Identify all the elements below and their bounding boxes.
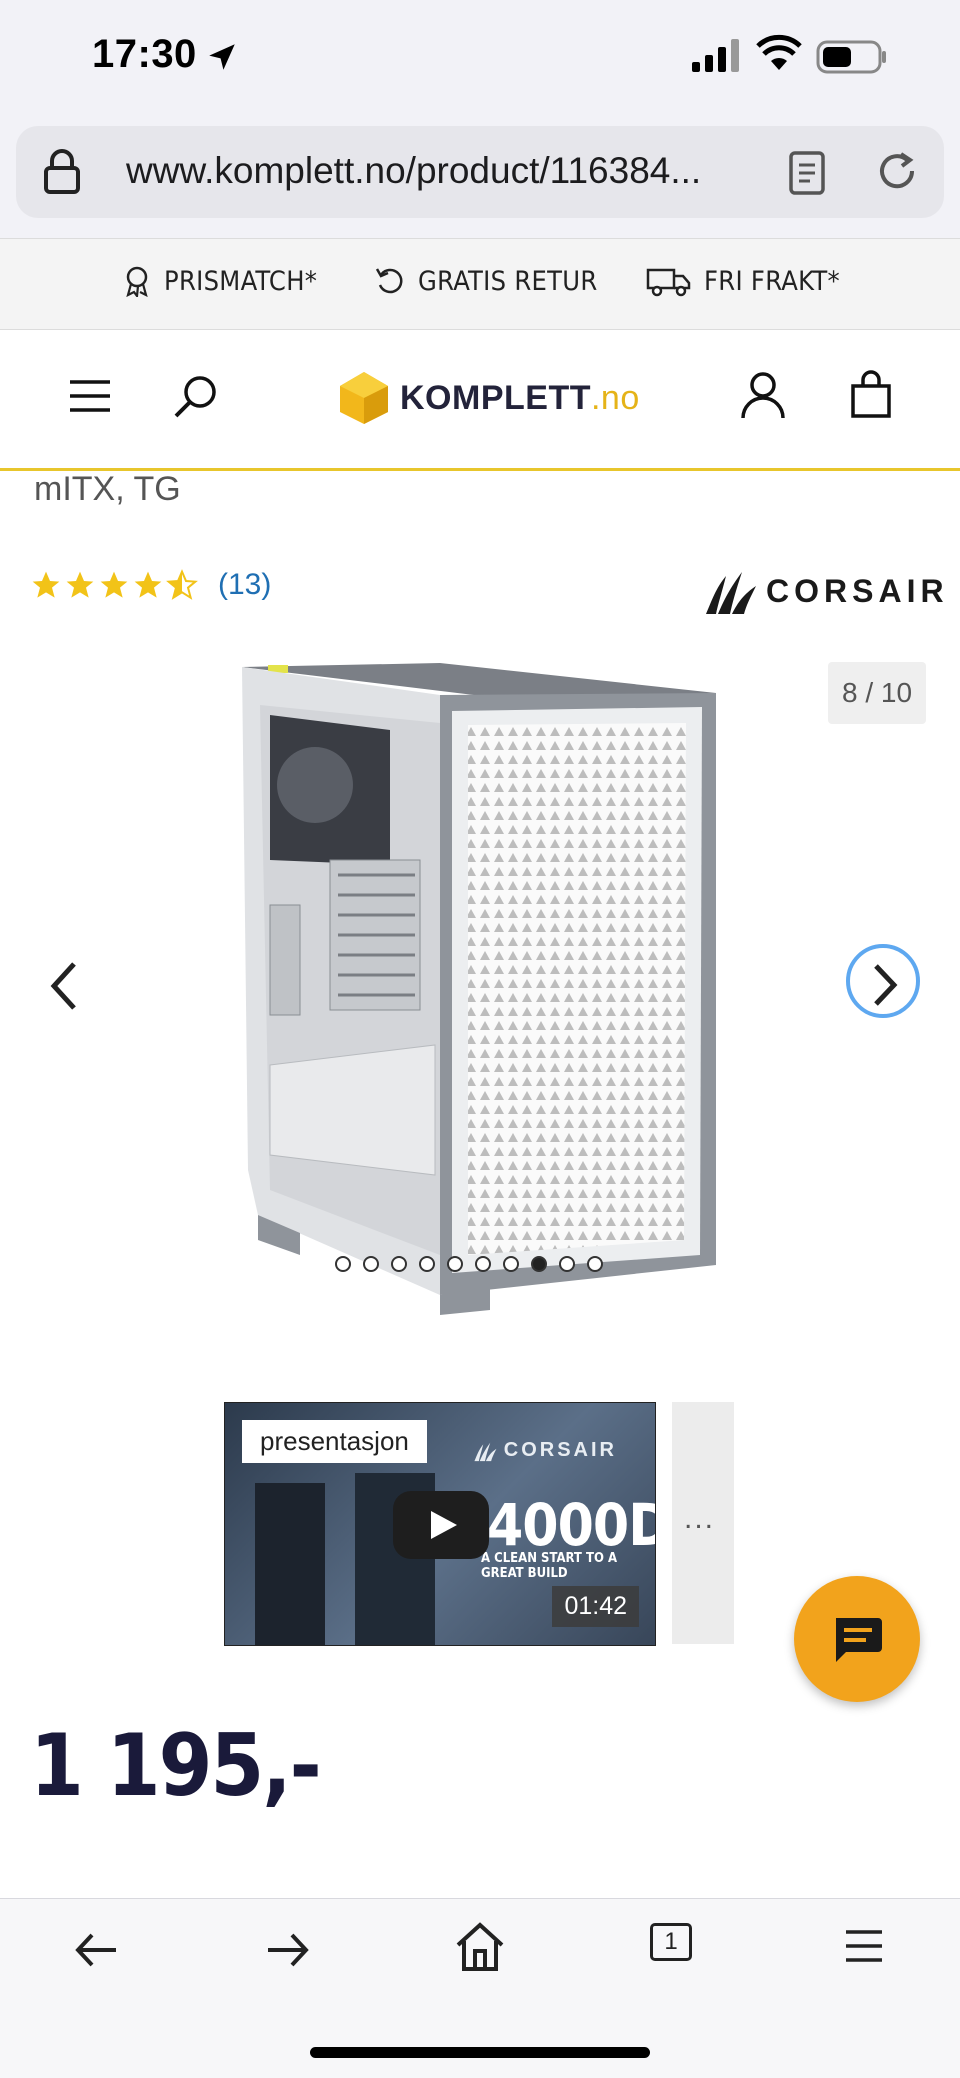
- truck-icon: [646, 268, 691, 297]
- usp-fri-frakt[interactable]: FRI FRAKT*: [646, 265, 840, 297]
- forward-icon[interactable]: [264, 1927, 310, 1973]
- half-star-icon: [166, 569, 198, 600]
- wifi-icon: [756, 34, 802, 70]
- url-text[interactable]: www.komplett.no/product/116384...: [126, 150, 701, 192]
- star-icon: [66, 571, 94, 598]
- star-icon: [134, 571, 162, 598]
- product-image[interactable]: [240, 655, 720, 1315]
- play-icon[interactable]: [393, 1491, 489, 1559]
- carousel-dot[interactable]: [559, 1256, 575, 1272]
- video-case-graphic: [255, 1483, 325, 1645]
- video-label: presentasjon: [242, 1420, 427, 1463]
- carousel-dot[interactable]: [335, 1256, 351, 1272]
- carousel-dot[interactable]: [587, 1256, 603, 1272]
- site-logo[interactable]: KOMPLETT.no: [338, 370, 640, 426]
- chat-icon: [836, 1618, 882, 1662]
- account-icon[interactable]: [740, 370, 786, 420]
- star-rating: [30, 569, 198, 601]
- award-icon: [126, 266, 148, 297]
- logo-text: KOMPLETT.no: [400, 378, 640, 417]
- site-header: KOMPLETT.no: [0, 330, 960, 471]
- browser-toolbar: 1: [0, 1898, 960, 2078]
- carousel-dot[interactable]: [503, 1256, 519, 1272]
- menu-icon[interactable]: [844, 1929, 884, 1963]
- address-bar[interactable]: www.komplett.no/product/116384...: [16, 126, 944, 218]
- tab-count: 1: [664, 1928, 678, 1955]
- usp-bar: PRISMATCH* GRATIS RETUR FRI FRAKT*: [0, 238, 960, 330]
- next-image-button[interactable]: [846, 944, 920, 1018]
- home-icon[interactable]: [454, 1921, 506, 1973]
- corsair-sails-icon: [706, 572, 756, 614]
- menu-icon[interactable]: [68, 378, 112, 414]
- star-icon: [32, 571, 60, 598]
- video-duration: 01:42: [552, 1586, 639, 1627]
- video-brand: CORSAIR: [472, 1439, 617, 1462]
- product-subtitle: mITX, TG: [34, 470, 181, 508]
- brand-name: CORSAIR: [766, 572, 949, 609]
- chat-button[interactable]: [794, 1576, 920, 1702]
- lock-icon: [44, 149, 80, 194]
- star-icon: [100, 571, 128, 598]
- chevron-right-icon: [874, 964, 898, 1006]
- usp-label: GRATIS RETUR: [418, 265, 598, 297]
- search-icon[interactable]: [172, 372, 220, 420]
- carousel-dot[interactable]: [363, 1256, 379, 1272]
- product-price: 1 195,-: [30, 1716, 322, 1816]
- product-rating[interactable]: (13): [30, 568, 271, 602]
- more-dots: ...: [684, 1502, 716, 1535]
- carousel-dot[interactable]: [475, 1256, 491, 1272]
- usp-label: PRISMATCH*: [164, 265, 318, 297]
- komplett-logo-icon: [340, 372, 388, 424]
- home-indicator: [310, 2047, 650, 2058]
- carousel-dot-active[interactable]: [531, 1256, 547, 1272]
- battery-icon: [816, 40, 886, 74]
- tabs-button[interactable]: 1: [650, 1923, 692, 1961]
- usp-prismatch[interactable]: PRISMATCH*: [122, 265, 317, 297]
- status-time: 17:30: [92, 32, 197, 76]
- image-carousel-dots: [335, 1256, 603, 1272]
- carousel-dot[interactable]: [447, 1256, 463, 1272]
- reload-icon[interactable]: [874, 148, 920, 194]
- return-icon: [375, 268, 403, 294]
- usp-gratis-retur[interactable]: GRATIS RETUR: [374, 265, 598, 297]
- carousel-dot[interactable]: [391, 1256, 407, 1272]
- chevron-left-icon[interactable]: [46, 958, 80, 1014]
- carousel-dot[interactable]: [419, 1256, 435, 1272]
- signal-icon: [692, 39, 739, 72]
- review-count-link[interactable]: (13): [218, 568, 271, 602]
- browser-address-area: www.komplett.no/product/116384...: [0, 118, 960, 238]
- video-thumbnail[interactable]: presentasjon CORSAIR 4000D A CLEAN START…: [224, 1402, 656, 1646]
- reader-icon[interactable]: [788, 150, 826, 196]
- brand-logo[interactable]: CORSAIR: [702, 566, 949, 616]
- status-bar: 17:30: [0, 0, 960, 118]
- more-media-button[interactable]: ...: [672, 1402, 734, 1644]
- cart-icon[interactable]: [850, 370, 892, 420]
- video-tagline: A CLEAN START TO A GREAT BUILD: [481, 1551, 618, 1581]
- video-title: 4000D: [487, 1491, 656, 1559]
- usp-label: FRI FRAKT*: [704, 265, 840, 297]
- location-arrow-icon: [209, 44, 235, 70]
- corsair-sails-icon: [474, 1442, 497, 1461]
- image-counter: 8 / 10: [828, 662, 926, 724]
- back-icon[interactable]: [74, 1927, 120, 1973]
